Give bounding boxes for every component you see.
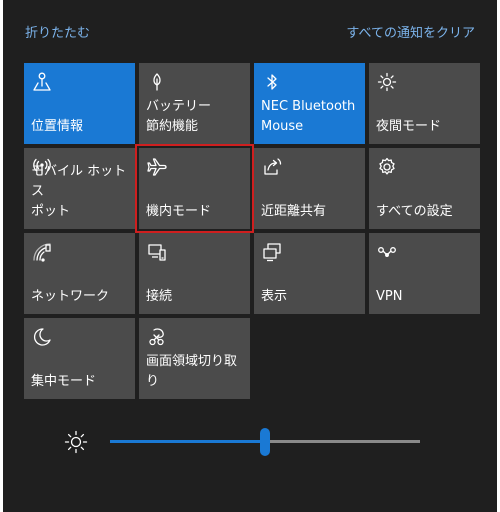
- tile-screen-snip[interactable]: 画面領域切り取 り: [139, 318, 250, 399]
- tile-nearby-share[interactable]: 近距離共有: [254, 148, 365, 229]
- tile-bluetooth[interactable]: NEC Bluetooth Mouse: [254, 63, 365, 144]
- network-icon: [31, 241, 53, 263]
- tile-night-light[interactable]: 夜間モード: [369, 63, 480, 144]
- tile-label: ネットワーク: [31, 289, 110, 304]
- tile-all-settings[interactable]: すべての設定: [369, 148, 480, 229]
- tile-label: 接続: [146, 289, 173, 304]
- clear-all-notifications-link[interactable]: すべての通知をクリア: [346, 22, 475, 41]
- tile-connect[interactable]: 接続: [139, 233, 250, 314]
- brightness-slider-thumb[interactable]: [260, 428, 270, 456]
- tile-label: 表示: [261, 289, 288, 304]
- nearby-share-icon: [261, 156, 283, 178]
- tile-label: 近距離共有: [261, 204, 327, 219]
- tile-label: 夜間モード: [376, 119, 442, 134]
- bluetooth-icon: [261, 71, 283, 93]
- tile-label: 集中モード: [31, 374, 97, 389]
- battery-saver-icon: [146, 71, 168, 93]
- tile-vpn[interactable]: VPN: [369, 233, 480, 314]
- focus-assist-icon: [31, 326, 53, 348]
- tile-focus-assist[interactable]: 集中モード: [24, 318, 135, 399]
- tile-label: 機内モード: [146, 204, 212, 219]
- vpn-icon: [376, 241, 398, 263]
- tile-label: バッテリー 節約機能: [146, 99, 212, 134]
- brightness-control: [63, 425, 433, 459]
- tile-label: NEC Bluetooth Mouse: [261, 99, 356, 134]
- brightness-slider-track[interactable]: [110, 428, 420, 456]
- collapse-link[interactable]: 折りたたむ: [25, 22, 90, 41]
- gear-icon: [376, 156, 398, 178]
- night-light-icon: [376, 71, 398, 93]
- tile-project[interactable]: 表示: [254, 233, 365, 314]
- tile-label: すべての設定: [376, 204, 453, 219]
- connect-icon: [146, 241, 168, 263]
- tile-airplane-mode[interactable]: 機内モード: [135, 144, 254, 233]
- tile-location[interactable]: 位置情報: [24, 63, 135, 144]
- snip-icon: [146, 326, 168, 348]
- airplane-icon: [146, 156, 168, 178]
- brightness-icon: [63, 429, 89, 455]
- action-center-panel: 折りたたむ すべての通知をクリア 位置情報 バッテリー 節約機能 NEC Blu…: [3, 0, 497, 512]
- quick-actions-grid: 位置情報 バッテリー 節約機能 NEC Bluetooth Mouse 夜間モー…: [24, 63, 480, 399]
- tile-label: 画面領域切り取 り: [146, 354, 238, 389]
- brightness-slider-fill: [110, 440, 265, 443]
- tile-label: 位置情報: [31, 119, 84, 134]
- project-icon: [261, 241, 283, 263]
- tile-label: VPN: [376, 289, 403, 304]
- tile-mobile-hotspot[interactable]: モバイル ホットス ポット: [24, 148, 135, 229]
- tile-battery-saver[interactable]: バッテリー 節約機能: [139, 63, 250, 144]
- location-icon: [31, 71, 53, 93]
- tile-network[interactable]: ネットワーク: [24, 233, 135, 314]
- tile-label: モバイル ホットス ポット: [31, 164, 127, 219]
